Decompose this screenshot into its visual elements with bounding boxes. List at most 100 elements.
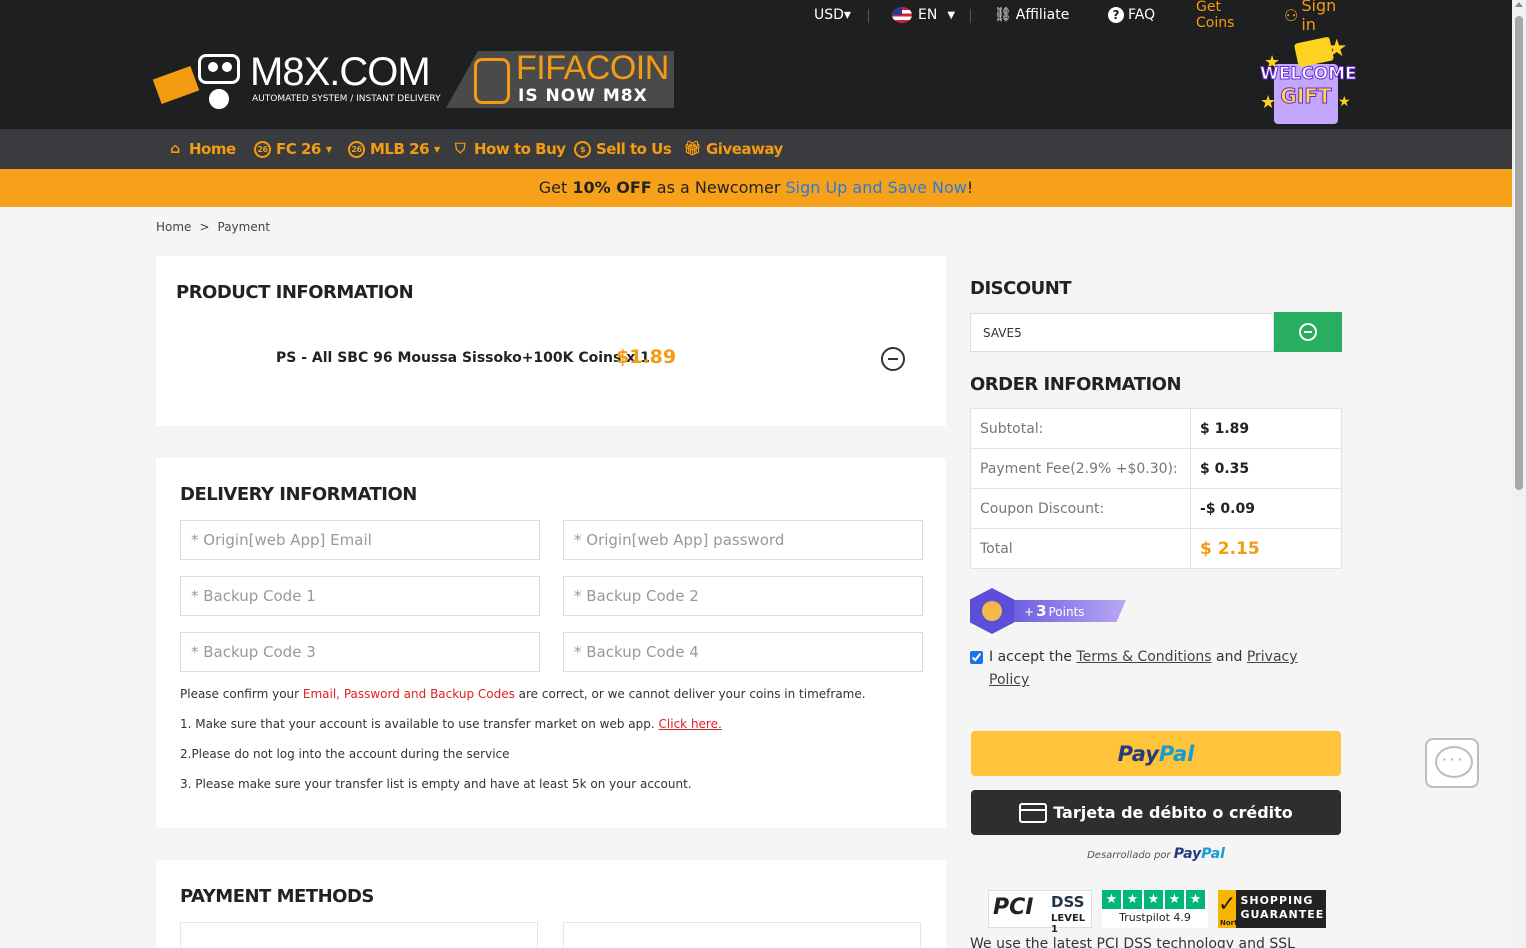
chevron-down-icon: ▼ (947, 9, 956, 21)
scrollbar[interactable] (1512, 0, 1526, 948)
currency-selector[interactable]: USD▾ (814, 7, 851, 23)
site-logo[interactable]: M8X.COM AUTOMATED SYSTEM / INSTANT DELIV… (152, 48, 676, 114)
norton-badge[interactable]: ✓ Norton SHOPPING GUARANTEE (1218, 890, 1326, 928)
affiliate-icon: ⛓ (994, 7, 1012, 23)
credit-card-icon (1019, 802, 1048, 823)
nav-mlb26[interactable]: 26 MLB 26 ▼ (348, 140, 440, 158)
affiliate-label: Affiliate (1015, 7, 1070, 23)
pci-label: PCI (993, 895, 1034, 920)
points-prefix: + (1024, 605, 1035, 619)
coin-icon: 26 (348, 140, 365, 158)
delivery-title: DELIVERY INFORMATION (180, 484, 417, 505)
debit-credit-card-button[interactable]: Tarjeta de débito o crédito (971, 790, 1341, 835)
affiliate-link[interactable]: ⛓ Affiliate (994, 7, 1069, 23)
sign-in-link[interactable]: ⚇ Sign in (1284, 0, 1336, 34)
nav-home[interactable]: ⌂ Home (166, 140, 236, 158)
paypal-pal: Pal (1158, 741, 1195, 766)
promo-middle: as a Newcomer (651, 178, 786, 197)
fifacoin-subtitle: IS NOW M8X (518, 86, 648, 106)
backup-code-1-field[interactable] (180, 576, 540, 616)
nav-how-to-buy[interactable]: ⛉ How to Buy (451, 140, 566, 158)
nav-label: Sell to Us (596, 140, 672, 158)
coupon-discount-label: Coupon Discount: (970, 488, 1191, 529)
subtotal-label: Subtotal: (970, 408, 1191, 449)
payment-option-other[interactable] (563, 922, 921, 948)
security-text: We use the latest PCI DSS technology and… (970, 936, 1295, 948)
logo-text: M8X.COM (250, 50, 431, 94)
backup-code-2-field[interactable] (563, 576, 923, 616)
email-field[interactable] (180, 520, 540, 560)
scroll-up-arrow-icon[interactable] (1515, 2, 1523, 7)
chat-button[interactable] (1425, 738, 1479, 788)
trustpilot-stars-icon: ★ ★ ★ ★ ★ (1102, 890, 1208, 909)
sign-in-label: Sign in (1301, 0, 1337, 34)
trustpilot-label: Trustpilot 4.9 (1119, 911, 1191, 924)
confirm-prefix: Please confirm your (180, 687, 303, 701)
main-nav: ⌂ Home 26 FC 26 ▼ 26 MLB 26 ▼ ⛉ How to B… (0, 129, 1512, 169)
divider (970, 9, 971, 23)
get-coins-link[interactable]: Get Coins (1196, 0, 1234, 31)
gift-subtitle: GIFT (1280, 84, 1332, 109)
delivery-card: DELIVERY INFORMATION Please confirm your… (156, 458, 946, 828)
order-title: ORDER INFORMATION (970, 374, 1182, 395)
language-selector[interactable]: EN ▼ (892, 7, 955, 23)
promo-prefix: Get (538, 178, 573, 197)
nav-fc26[interactable]: 26 FC 26 ▼ (254, 140, 332, 158)
gem-icon (970, 588, 1014, 634)
order-summary-table: Subtotal: $ 1.89 Payment Fee(2.9% +$0.30… (970, 408, 1342, 569)
promo-banner: Get 10% OFF as a Newcomer Sign Up and Sa… (0, 169, 1512, 207)
backup-code-4-field[interactable] (563, 632, 923, 672)
table-row: Total $ 2.15 (970, 528, 1342, 569)
powered-pal: Pal (1201, 846, 1225, 862)
payment-option-cards[interactable] (180, 922, 538, 948)
promo-highlight: 10% OFF (572, 178, 652, 197)
welcome-gift-button[interactable]: ★ ★ ★ ★ WELCOME GIFT (1260, 34, 1357, 126)
gift-icon: 🎁︎ (683, 141, 701, 157)
points-value: 3 (1036, 602, 1047, 620)
language-label: EN (918, 7, 938, 23)
home-icon: ⌂ (170, 141, 180, 157)
norton-label: SHOPPING GUARANTEE (1240, 894, 1325, 921)
top-header: USD▾ EN ▼ ⛓ Affiliate ? FAQ Get Coins ⚇ … (0, 0, 1512, 129)
faq-link[interactable]: ? FAQ (1108, 7, 1155, 23)
breadcrumb-home[interactable]: Home (156, 220, 191, 234)
product-card: PRODUCT INFORMATION PS - All SBC 96 Mous… (156, 256, 946, 426)
basket-icon: ⛉ (455, 141, 466, 157)
trust-badges: PCI DSS LEVEL 1 ★ ★ ★ ★ ★ Trustpilot 4.9 ✓ No… (988, 890, 1326, 935)
nav-label: MLB 26 (370, 140, 430, 158)
powered-prefix: Desarrollado por (1087, 850, 1171, 861)
privacy-link-cont[interactable]: Policy (989, 672, 1029, 688)
terms-link[interactable]: Terms & Conditions (1076, 649, 1211, 665)
note-2: 2.Please do not log into the account dur… (180, 747, 510, 761)
signup-link[interactable]: Sign Up and Save Now (785, 178, 966, 197)
table-row: Coupon Discount: -$ 0.09 (970, 488, 1342, 529)
level-label: LEVEL 1 (1051, 913, 1086, 935)
terms-checkbox[interactable] (970, 650, 983, 664)
pci-dss-badge: PCI DSS LEVEL 1 (988, 890, 1092, 935)
ribbon-icon (152, 65, 200, 105)
privacy-link[interactable]: Privacy (1247, 649, 1298, 665)
us-flag-icon (892, 7, 912, 23)
paypal-button[interactable]: PayPal (971, 731, 1341, 776)
user-icon: ⚇ (1284, 5, 1299, 25)
caret-down-icon: ▼ (434, 144, 440, 154)
total-value: $ 2.15 (1190, 528, 1342, 569)
backup-code-3-field[interactable] (180, 632, 540, 672)
remove-item-button[interactable] (881, 347, 905, 371)
promo-suffix: ! (966, 178, 974, 197)
nav-giveaway[interactable]: 🎁︎ Giveaway (683, 140, 783, 158)
breadcrumb: Home > Payment (156, 220, 270, 234)
trustpilot-badge[interactable]: ★ ★ ★ ★ ★ Trustpilot 4.9 (1102, 890, 1208, 928)
nav-sell-to-us[interactable]: $ Sell to Us (574, 140, 672, 158)
scrollbar-thumb[interactable] (1515, 16, 1523, 490)
nav-label: Home (189, 140, 236, 158)
card-button-label: Tarjeta de débito o crédito (1053, 803, 1293, 822)
discount-code-input[interactable] (970, 313, 1274, 352)
points-bar: +3 Points (1008, 600, 1126, 622)
payment-fee-value: $ 0.35 (1190, 448, 1342, 489)
points-badge: +3 Points (970, 588, 1130, 634)
remove-discount-button[interactable] (1274, 312, 1342, 352)
password-field[interactable] (563, 520, 923, 560)
nav-label: Giveaway (706, 140, 783, 158)
click-here-link[interactable]: Click here. (659, 717, 722, 731)
